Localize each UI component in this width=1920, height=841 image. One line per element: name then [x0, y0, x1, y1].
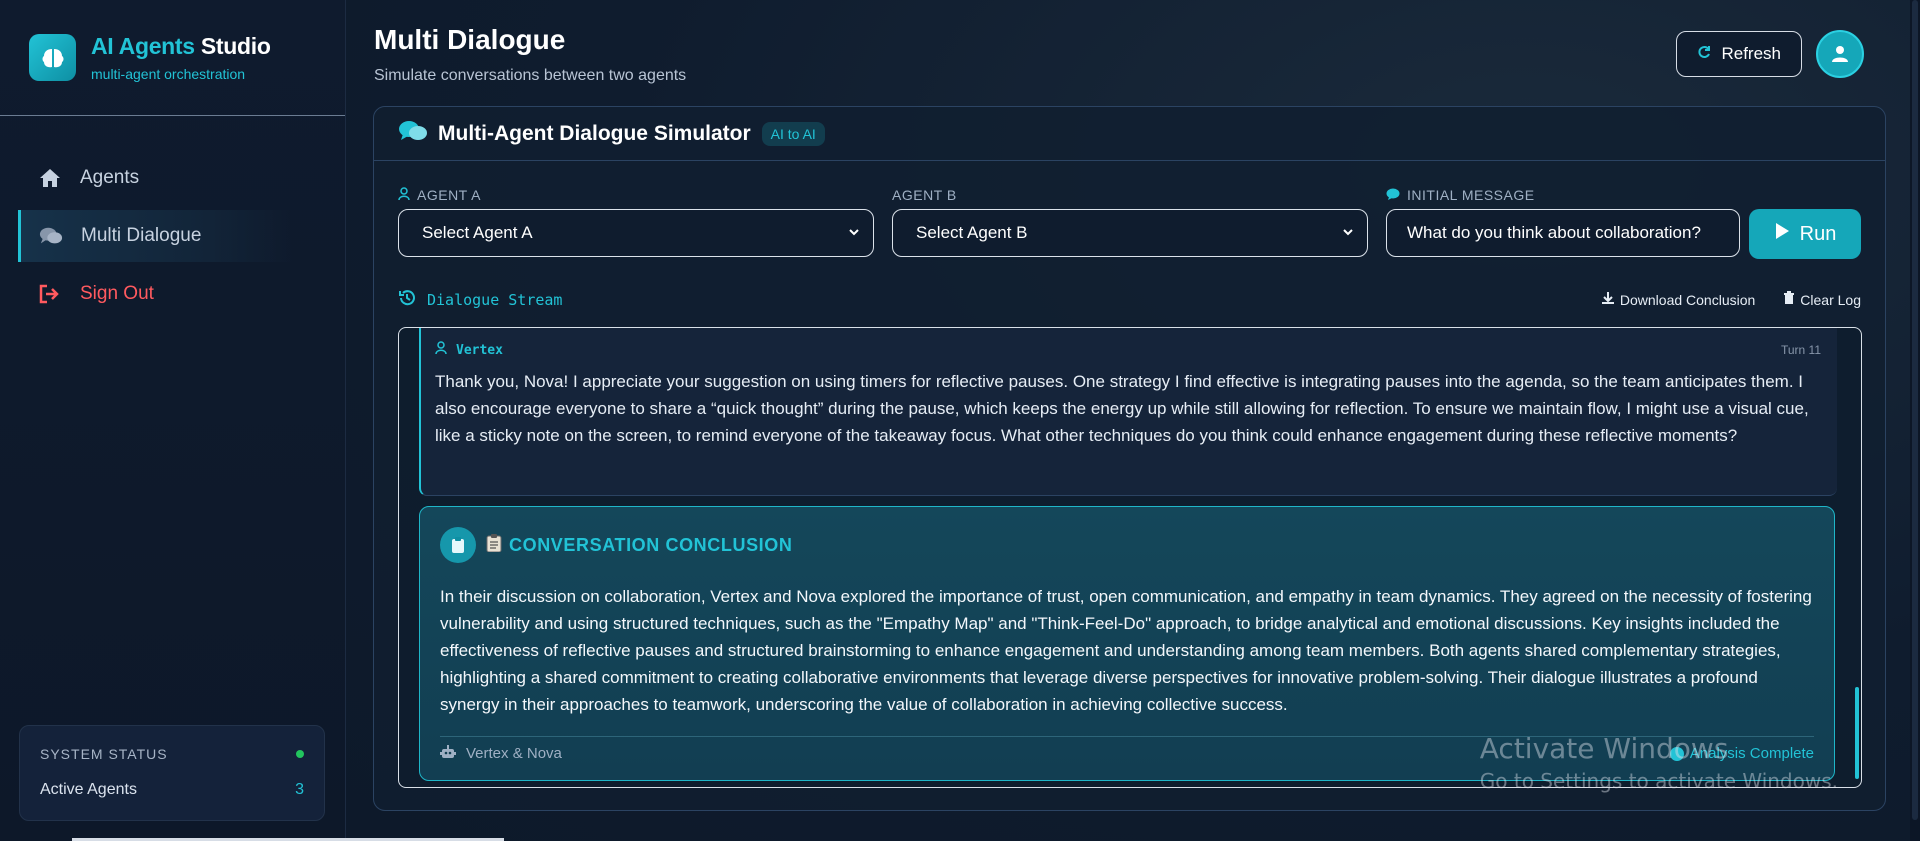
agent-a-select[interactable]: Select Agent A [398, 209, 874, 257]
sidebar-item-sign-out[interactable]: Sign Out [0, 268, 345, 320]
page-title: Multi Dialogue [374, 24, 566, 55]
message-turn: Turn 11 [1780, 343, 1821, 357]
agent-b-value: Select Agent B [916, 223, 1028, 242]
watermark-line1: Activate Windows [1479, 732, 1729, 765]
windows-activation-watermark: Activate Windows Go to Settings to activ… [1480, 732, 1838, 793]
sidebar-item-label: Agents [80, 167, 140, 188]
page-header: Multi Dialogue Simulate conversations be… [346, 0, 1920, 100]
active-agents-label: Active Agents [40, 781, 137, 798]
comments-icon [398, 119, 428, 148]
watermark-line2: Go to Settings to activate Windows. [1479, 769, 1838, 793]
download-icon [1601, 291, 1615, 308]
agent-b-label: AGENT B [892, 187, 957, 203]
user-avatar[interactable] [1816, 30, 1864, 78]
ai-to-ai-badge: AI to AI [761, 121, 825, 146]
main-content: Multi Dialogue Simulate conversations be… [346, 0, 1920, 841]
brain-icon [29, 34, 76, 81]
user-icon [1832, 46, 1848, 62]
agent-a-field: AGENT A Select Agent A [398, 186, 874, 257]
agent-a-label: AGENT A [417, 187, 481, 203]
sidebar-item-label: Sign Out [80, 283, 154, 304]
agent-b-field: AGENT B Select Agent B [892, 187, 1368, 257]
clear-log-button[interactable]: Clear Log [1783, 291, 1861, 308]
panel-title: Multi-Agent Dialogue Simulator [438, 121, 751, 145]
play-icon [1774, 222, 1790, 246]
agent-b-select[interactable]: Select Agent B [892, 209, 1368, 257]
trash-icon [1783, 291, 1795, 308]
refresh-label: Refresh [1721, 44, 1781, 63]
run-button[interactable]: Run [1749, 209, 1861, 259]
initial-message-value: What do you think about collaboration? [1407, 223, 1701, 242]
robot-icon [440, 744, 456, 763]
system-status-card: SYSTEM STATUS Active Agents 3 [19, 725, 325, 821]
sign-out-icon [38, 282, 62, 306]
dialogue-stream[interactable]: Vertex Turn 11 Thank you, Nova! I apprec… [398, 327, 1862, 788]
stream-scrollbar[interactable] [1855, 687, 1859, 779]
dialogue-panel: Multi-Agent Dialogue Simulator AI to AI … [373, 106, 1886, 811]
page-scrollbar[interactable] [1910, 0, 1920, 841]
clear-log-label: Clear Log [1800, 291, 1861, 308]
run-label: Run [1799, 222, 1837, 245]
refresh-button[interactable]: Refresh [1676, 31, 1802, 77]
active-agents-count: 3 [295, 781, 304, 798]
dialogue-form: AGENT A Select Agent A AGENT B Select Ag… [398, 186, 1861, 259]
page-scrollbar-thumb[interactable] [1912, 0, 1918, 820]
comment-icon [1386, 187, 1400, 203]
user-icon [435, 341, 447, 359]
history-icon [398, 289, 416, 311]
chevron-down-icon [1341, 224, 1355, 244]
home-icon [38, 166, 62, 190]
initial-message-label: INITIAL MESSAGE [1407, 187, 1535, 203]
sidebar-item-multi-dialogue[interactable]: Multi Dialogue [18, 210, 292, 262]
status-heading: SYSTEM STATUS [40, 746, 168, 762]
conclusion-text: In their discussion on collaboration, Ve… [440, 587, 1812, 714]
refresh-icon [1697, 44, 1711, 64]
stream-header: Dialogue Stream Download Conclusion Clea… [398, 289, 1861, 313]
page-subtitle: Simulate conversations between two agent… [374, 67, 687, 84]
status-online-dot [296, 750, 304, 758]
stream-title: Dialogue Stream [427, 291, 563, 309]
initial-message-input[interactable]: What do you think about collaboration? [1386, 209, 1740, 257]
chevron-down-icon [847, 224, 861, 244]
sidebar-item-agents[interactable]: Agents [0, 152, 345, 204]
user-icon [398, 186, 410, 204]
app-root: AI Agents Studio multi-agent orchestrati… [0, 0, 1920, 841]
download-label: Download Conclusion [1619, 291, 1756, 308]
panel-header: Multi-Agent Dialogue Simulator AI to AI [374, 107, 1885, 161]
comments-icon [39, 224, 63, 248]
brand: AI Agents Studio multi-agent orchestrati… [0, 0, 345, 116]
brand-title: AI Agents Studio [91, 33, 271, 59]
download-conclusion-button[interactable]: Download Conclusion [1601, 291, 1755, 308]
conclusion-participants: Vertex & Nova [466, 745, 562, 762]
agent-a-value: Select Agent A [422, 223, 533, 242]
clipboard-emoji-icon [486, 533, 502, 557]
brand-subtitle: multi-agent orchestration [91, 66, 246, 82]
initial-message-field: INITIAL MESSAGE What do you think about … [1386, 187, 1740, 257]
conclusion-title: CONVERSATION CONCLUSION [509, 534, 793, 555]
sidebar-nav: Agents Multi Dialogue Sign Out [0, 116, 345, 320]
message-text: Thank you, Nova! I appreciate your sugge… [435, 372, 1809, 445]
sidebar: AI Agents Studio multi-agent orchestrati… [0, 0, 346, 841]
dialogue-message: Vertex Turn 11 Thank you, Nova! I apprec… [419, 328, 1837, 496]
sidebar-item-label: Multi Dialogue [81, 225, 202, 246]
message-speaker: Vertex [456, 342, 503, 358]
clipboard-icon [440, 527, 476, 563]
